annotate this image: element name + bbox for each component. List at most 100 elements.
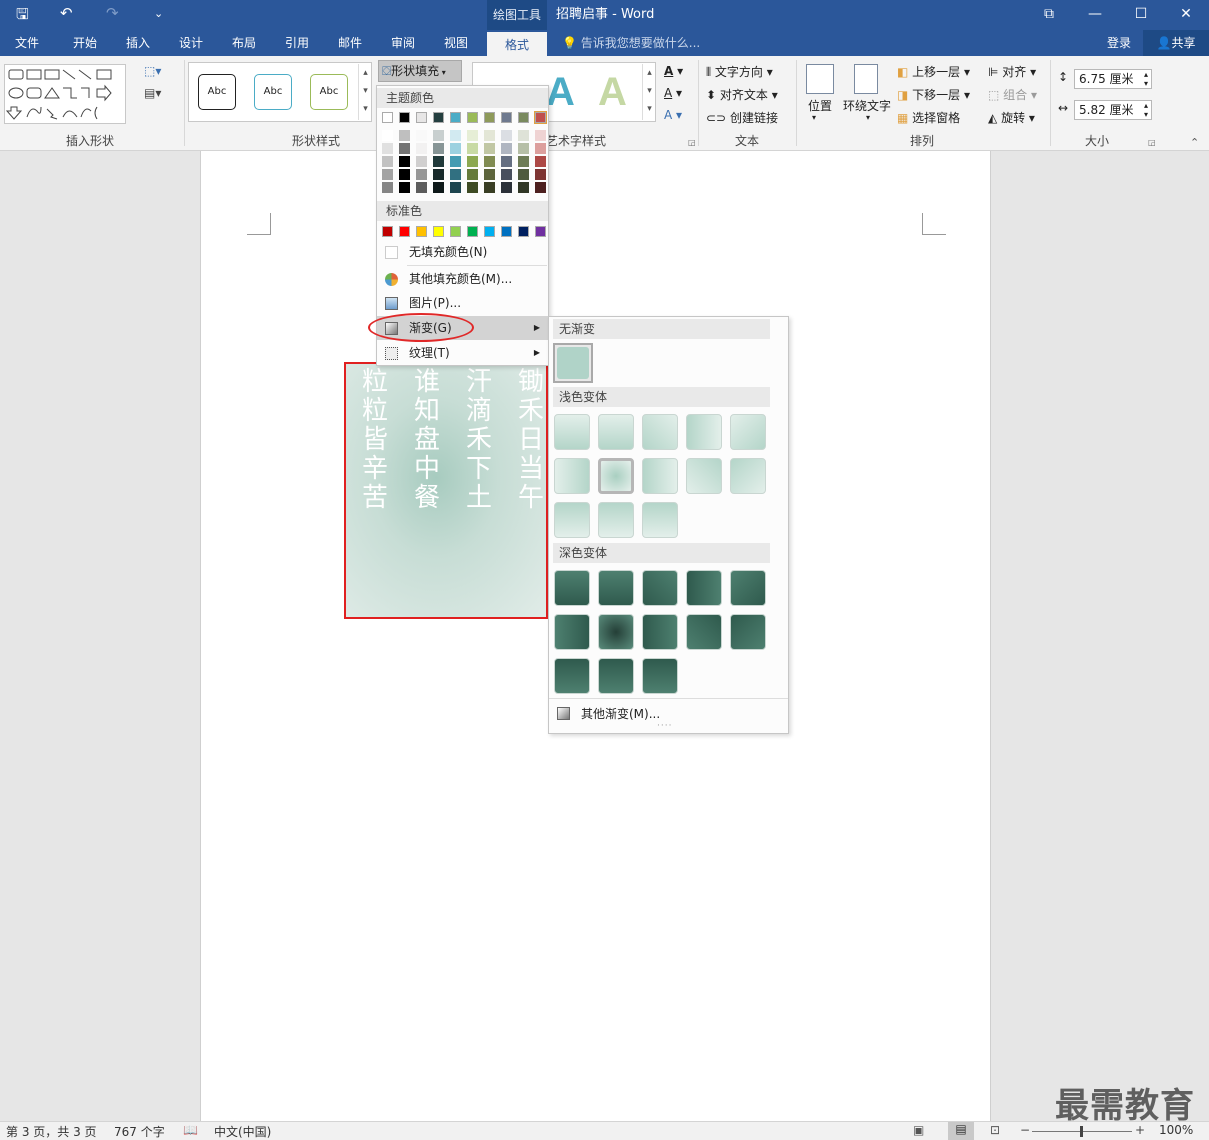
wrap-text-button[interactable]: 环绕文字 xyxy=(843,97,891,114)
theme-color-shade[interactable] xyxy=(416,182,427,193)
share-button[interactable]: 👤共享 xyxy=(1143,30,1209,56)
theme-color-shade[interactable] xyxy=(433,156,444,167)
picture-fill-item[interactable]: 图片(P)... xyxy=(377,291,548,315)
more-fill-colors-item[interactable]: 其他填充颜色(M)... xyxy=(377,267,548,291)
theme-color-swatch[interactable] xyxy=(416,112,427,123)
login-link[interactable]: 登录 xyxy=(1107,30,1131,56)
tab-format[interactable]: 格式 xyxy=(487,30,547,56)
light-gradient-swatch[interactable] xyxy=(730,414,766,450)
theme-color-swatch[interactable] xyxy=(382,112,393,123)
theme-color-shade[interactable] xyxy=(535,182,546,193)
theme-color-shade[interactable] xyxy=(501,156,512,167)
light-gradient-swatch[interactable] xyxy=(554,502,590,538)
light-gradient-swatch[interactable] xyxy=(554,458,590,494)
theme-color-swatch[interactable] xyxy=(534,111,547,124)
theme-color-shade[interactable] xyxy=(501,169,512,180)
theme-color-shade[interactable] xyxy=(416,169,427,180)
theme-color-shade[interactable] xyxy=(399,143,410,154)
standard-color-swatch[interactable] xyxy=(399,226,410,237)
no-fill-item[interactable]: 无填充颜色(N) xyxy=(377,240,548,264)
theme-color-shade[interactable] xyxy=(535,156,546,167)
tab-layout[interactable]: 布局 xyxy=(221,30,267,56)
group-button[interactable]: ⬚ 组合 ▾ xyxy=(988,86,1037,103)
height-field[interactable]: 6.75 厘米 ▴ ▾ xyxy=(1074,69,1152,89)
theme-color-shade[interactable] xyxy=(399,182,410,193)
theme-color-shade[interactable] xyxy=(382,130,393,141)
theme-color-shade[interactable] xyxy=(484,182,495,193)
dark-gradient-swatch[interactable] xyxy=(642,614,678,650)
dark-gradient-swatch[interactable] xyxy=(554,570,590,606)
standard-color-swatch[interactable] xyxy=(484,226,495,237)
theme-color-shade[interactable] xyxy=(416,130,427,141)
theme-color-shade[interactable] xyxy=(450,182,461,193)
theme-color-shade[interactable] xyxy=(382,182,393,193)
standard-color-swatch[interactable] xyxy=(535,226,546,237)
rotate-button[interactable]: ◭ 旋转 ▾ xyxy=(988,109,1035,126)
shape-fill-button[interactable]: ⛋形状填充 ▾ xyxy=(378,60,462,82)
theme-color-shade[interactable] xyxy=(501,143,512,154)
light-gradient-swatch[interactable] xyxy=(642,502,678,538)
theme-color-swatch[interactable] xyxy=(501,112,512,123)
zoom-slider-thumb[interactable] xyxy=(1080,1126,1083,1137)
theme-color-shade[interactable] xyxy=(501,182,512,193)
theme-color-shade[interactable] xyxy=(535,143,546,154)
wordart-style-blue[interactable]: A xyxy=(546,70,575,115)
print-layout-icon[interactable]: ▤ xyxy=(948,1122,974,1140)
theme-color-shade[interactable] xyxy=(450,143,461,154)
theme-color-shade[interactable] xyxy=(484,130,495,141)
theme-color-shade[interactable] xyxy=(416,143,427,154)
text-box-icon[interactable]: ▤▾ xyxy=(144,86,172,102)
theme-color-swatch[interactable] xyxy=(484,112,495,123)
tab-mailings[interactable]: 邮件 xyxy=(327,30,373,56)
theme-color-shade[interactable] xyxy=(518,143,529,154)
light-gradient-swatch[interactable] xyxy=(598,458,634,494)
theme-color-shade[interactable] xyxy=(399,169,410,180)
text-outline-icon[interactable]: A ▾ xyxy=(664,86,682,100)
dark-gradient-swatch[interactable] xyxy=(730,614,766,650)
text-direction-button[interactable]: ⫴ 文字方向 ▾ xyxy=(706,63,773,80)
selection-pane-button[interactable]: ▦ 选择窗格 xyxy=(897,109,960,126)
width-field[interactable]: 5.82 厘米 ▴ ▾ xyxy=(1074,100,1152,120)
close-button[interactable]: ✕ xyxy=(1163,0,1209,30)
light-gradient-swatch[interactable] xyxy=(686,458,722,494)
theme-color-shade[interactable] xyxy=(433,182,444,193)
light-gradient-swatch[interactable] xyxy=(730,458,766,494)
theme-color-swatch[interactable] xyxy=(467,112,478,123)
theme-color-shade[interactable] xyxy=(450,169,461,180)
maximize-button[interactable]: ☐ xyxy=(1118,0,1164,30)
standard-color-swatch[interactable] xyxy=(416,226,427,237)
undo-icon[interactable]: ↶ xyxy=(60,4,73,22)
align-text-button[interactable]: ⬍ 对齐文本 ▾ xyxy=(706,86,778,103)
theme-color-shade[interactable] xyxy=(433,169,444,180)
wordart-scroll-icon[interactable]: ▴ ▾ ▾ xyxy=(642,64,656,120)
language-indicator[interactable]: 中文(中国) xyxy=(214,1123,271,1140)
tab-references[interactable]: 引用 xyxy=(274,30,320,56)
dark-gradient-swatch[interactable] xyxy=(730,570,766,606)
theme-color-shade[interactable] xyxy=(399,130,410,141)
spinner-icon[interactable]: ▴ ▾ xyxy=(1144,70,1148,88)
texture-fill-item[interactable]: 纹理(T) ▶ xyxy=(377,341,548,365)
theme-color-shade[interactable] xyxy=(382,156,393,167)
dark-gradient-swatch[interactable] xyxy=(642,570,678,606)
theme-color-shade[interactable] xyxy=(484,156,495,167)
selected-text-box-shape[interactable]: 锄禾日当午 汗滴禾下土 谁知盘中餐 粒粒皆辛苦 xyxy=(344,362,548,619)
shape-style-blue[interactable]: Abc xyxy=(254,74,292,110)
theme-color-shade[interactable] xyxy=(450,156,461,167)
standard-color-swatch[interactable] xyxy=(518,226,529,237)
redo-icon[interactable]: ↷ xyxy=(106,4,119,22)
theme-color-shade[interactable] xyxy=(501,130,512,141)
dark-gradient-swatch[interactable] xyxy=(598,658,634,694)
theme-color-swatch[interactable] xyxy=(433,112,444,123)
word-count[interactable]: 767 个字 xyxy=(114,1123,165,1140)
align-button[interactable]: ⊫ 对齐 ▾ xyxy=(988,63,1036,80)
theme-color-shade[interactable] xyxy=(450,130,461,141)
ribbon-display-button[interactable]: ⧉ xyxy=(1026,0,1072,30)
dark-gradient-swatch[interactable] xyxy=(686,570,722,606)
shape-style-green[interactable]: Abc xyxy=(310,74,348,110)
collapse-ribbon-icon[interactable]: ⌃ xyxy=(1190,136,1199,149)
page-count[interactable]: 第 3 页，共 3 页 xyxy=(6,1123,97,1140)
theme-color-shade[interactable] xyxy=(535,169,546,180)
theme-color-shade[interactable] xyxy=(467,143,478,154)
gallery-scroll-icon[interactable]: ▴ ▾ ▾ xyxy=(358,64,372,120)
theme-color-shade[interactable] xyxy=(467,156,478,167)
